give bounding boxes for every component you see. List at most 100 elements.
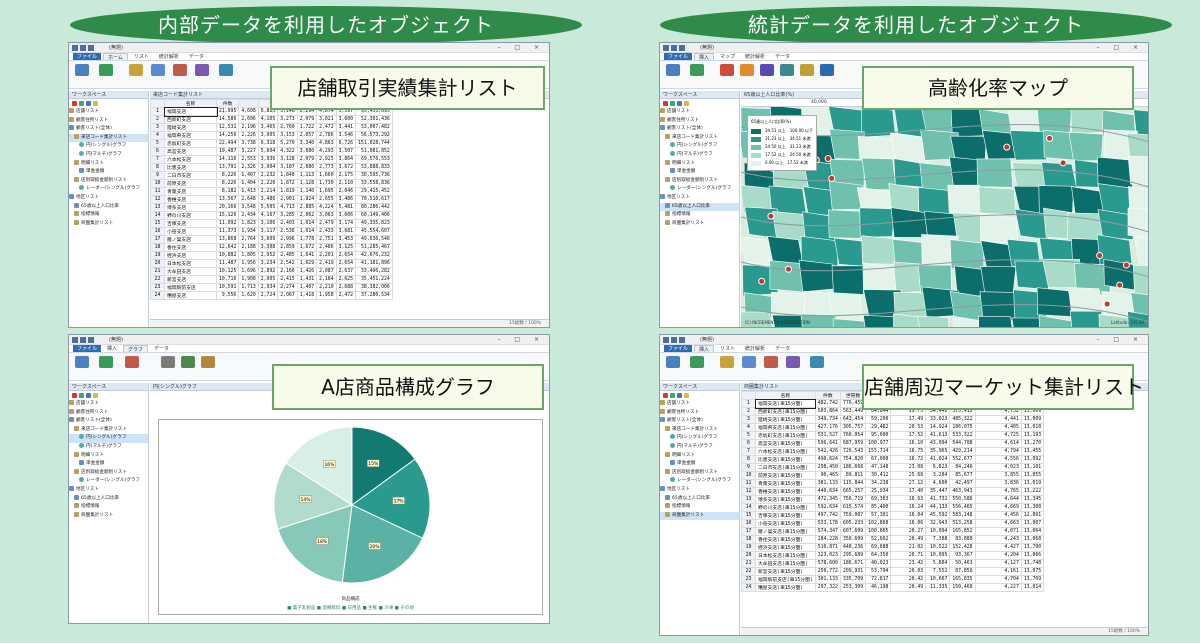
window-controls[interactable]: – □ × bbox=[497, 43, 545, 53]
value-cell[interactable]: 67,008 bbox=[865, 455, 892, 464]
value-cell[interactable]: 1,848 bbox=[277, 171, 298, 180]
value-cell[interactable]: 186,075 bbox=[949, 423, 976, 432]
value-cell[interactable]: 33,496,282 bbox=[355, 267, 393, 276]
value-cell[interactable]: 2,905 bbox=[257, 275, 279, 284]
value-cell[interactable]: 759,007 bbox=[839, 511, 867, 520]
value-cell[interactable]: 69,303 bbox=[865, 495, 892, 504]
value-cell[interactable]: 4,227 bbox=[974, 583, 1022, 592]
value-cell[interactable]: 25,934 bbox=[865, 487, 892, 496]
value-cell[interactable]: 295,689 bbox=[839, 551, 867, 560]
value-cell[interactable]: 13,014 bbox=[1020, 583, 1045, 592]
value-cell[interactable]: 3,284 bbox=[925, 471, 951, 480]
chart-type-icon[interactable] bbox=[201, 356, 215, 368]
tab-data[interactable]: データ bbox=[150, 345, 173, 352]
value-cell[interactable]: 2,606 bbox=[238, 115, 259, 124]
map-region[interactable] bbox=[978, 186, 1017, 216]
value-cell[interactable]: 6,726 bbox=[335, 139, 357, 148]
value-cell[interactable]: 8,226 bbox=[215, 171, 240, 180]
map-region[interactable] bbox=[890, 207, 930, 238]
name-cell[interactable]: 姪浜支店 bbox=[164, 251, 217, 260]
value-cell[interactable]: 4,614 bbox=[974, 439, 1022, 448]
tree-item[interactable]: 商圏集計リスト bbox=[69, 219, 148, 229]
value-cell[interactable]: 100,977 bbox=[865, 439, 892, 448]
value-cell[interactable]: 13,066 bbox=[1020, 551, 1045, 560]
value-cell[interactable]: 13,308 bbox=[1020, 503, 1045, 512]
value-cell[interactable]: 574,347 bbox=[814, 527, 841, 536]
value-cell[interactable]: 13,748 bbox=[1020, 559, 1045, 568]
value-cell[interactable]: 150,460 bbox=[949, 583, 976, 592]
value-cell[interactable]: 516,871 bbox=[814, 543, 841, 552]
value-cell[interactable]: 51,081,852 bbox=[355, 147, 393, 156]
value-cell[interactable]: 1,629 bbox=[296, 259, 318, 268]
value-cell[interactable]: 2,773 bbox=[316, 163, 337, 172]
name-cell[interactable]: 高宮支店(車15分圏) bbox=[755, 439, 816, 448]
table-row[interactable]: 5 赤坂町支店 22,494 3,738 6,318 5,270 3,340 4,863 6,7… bbox=[150, 139, 393, 148]
tree-item[interactable]: 明細リスト bbox=[69, 451, 148, 461]
name-cell[interactable]: 二日市支店 bbox=[164, 171, 217, 180]
value-cell[interactable]: 13,345 bbox=[1020, 495, 1045, 504]
row-number[interactable]: 10 bbox=[741, 471, 756, 480]
value-cell[interactable]: 2,764 bbox=[238, 235, 259, 244]
value-cell[interactable]: 3,187 bbox=[277, 163, 298, 172]
value-cell[interactable]: 542,426 bbox=[814, 447, 841, 456]
map-region[interactable] bbox=[1014, 208, 1049, 241]
value-cell[interactable]: 2,415 bbox=[277, 275, 298, 284]
tree-item[interactable]: レーダー(シングル)グラフ bbox=[660, 185, 739, 194]
value-cell[interactable]: 10,095 bbox=[925, 551, 951, 560]
name-cell[interactable]: 青葉支店 bbox=[164, 187, 217, 196]
value-cell[interactable]: 463,943 bbox=[949, 487, 976, 496]
value-cell[interactable]: 3,080 bbox=[296, 147, 318, 156]
name-cell[interactable]: 香住支店(車15分圏) bbox=[755, 535, 816, 544]
value-cell[interactable]: 4,161 bbox=[974, 567, 1022, 576]
value-cell[interactable]: 41,024 bbox=[925, 455, 951, 464]
value-cell[interactable]: 2,479 bbox=[316, 219, 337, 228]
value-cell[interactable]: 4,023 bbox=[974, 463, 1022, 472]
value-cell[interactable]: 3,600 bbox=[335, 115, 357, 124]
value-cell[interactable]: 305,757 bbox=[839, 423, 867, 432]
tree-item[interactable]: 単金金額 bbox=[69, 460, 148, 469]
value-cell[interactable]: 50,463 bbox=[949, 559, 976, 568]
name-cell[interactable]: 博多支店(車15分圏) bbox=[755, 495, 816, 504]
table-row[interactable]: 13 博多支店(車15分圏) 472,345 756,719 69,303 16.63 41… bbox=[741, 495, 1045, 504]
value-cell[interactable]: 4,608 bbox=[238, 107, 259, 116]
tree-item[interactable]: 来店コード集計リスト bbox=[69, 133, 148, 143]
tree-item[interactable]: 顧客リスト(全体) bbox=[69, 125, 148, 134]
value-cell[interactable]: 485,322 bbox=[949, 415, 976, 424]
value-cell[interactable]: 3,465 bbox=[257, 123, 279, 132]
value-cell[interactable]: 3,308 bbox=[257, 243, 279, 252]
paste-icon[interactable] bbox=[666, 356, 680, 368]
value-cell[interactable]: 2,080 bbox=[296, 163, 318, 172]
value-cell[interactable]: 13,075 bbox=[1020, 567, 1045, 576]
value-cell[interactable]: 3,905 bbox=[257, 131, 279, 140]
value-cell[interactable]: 533,178 bbox=[814, 519, 841, 528]
value-cell[interactable]: 29,482 bbox=[865, 423, 892, 432]
value-cell[interactable]: 38,382,006 bbox=[355, 283, 393, 292]
value-cell[interactable]: 2,859 bbox=[277, 243, 298, 252]
value-cell[interactable]: 2,210 bbox=[316, 283, 337, 292]
value-cell[interactable]: 2,188 bbox=[238, 243, 259, 252]
value-cell[interactable]: 2,925 bbox=[316, 155, 337, 164]
value-cell[interactable]: 20.71 bbox=[890, 551, 927, 560]
map-region[interactable] bbox=[1134, 236, 1148, 268]
tab-file[interactable]: ファイル bbox=[664, 53, 693, 60]
value-cell[interactable]: 3,285 bbox=[277, 211, 298, 220]
value-cell[interactable]: 4,224 bbox=[316, 203, 337, 212]
row-number[interactable]: 17 bbox=[741, 527, 756, 536]
table-row[interactable]: 17 雁ノ巣支店 13,868 2,764 3,609 2,996 1,778 2,751 3,… bbox=[150, 235, 393, 244]
value-cell[interactable]: 25.68 bbox=[890, 471, 927, 480]
value-cell[interactable]: 60,149,406 bbox=[355, 211, 393, 220]
value-cell[interactable]: 490,624 bbox=[814, 455, 841, 464]
tree-item[interactable]: 店舗リスト bbox=[660, 108, 739, 117]
value-cell[interactable]: 17.40 bbox=[890, 487, 927, 496]
value-cell[interactable]: 52,662 bbox=[865, 535, 892, 544]
row-number[interactable]: 15 bbox=[741, 511, 756, 520]
value-cell[interactable]: 3,063 bbox=[316, 211, 337, 220]
store-marker-icon[interactable] bbox=[1003, 143, 1011, 151]
tab-graph[interactable]: グラフ bbox=[123, 345, 149, 353]
row-number[interactable]: 1 bbox=[150, 107, 165, 116]
export-icon[interactable] bbox=[690, 64, 704, 76]
pie-map-icon[interactable] bbox=[800, 64, 814, 76]
tab-file[interactable]: ファイル bbox=[664, 345, 693, 352]
store-marker-icon[interactable] bbox=[784, 265, 792, 273]
value-cell[interactable]: 115,844 bbox=[839, 479, 867, 488]
